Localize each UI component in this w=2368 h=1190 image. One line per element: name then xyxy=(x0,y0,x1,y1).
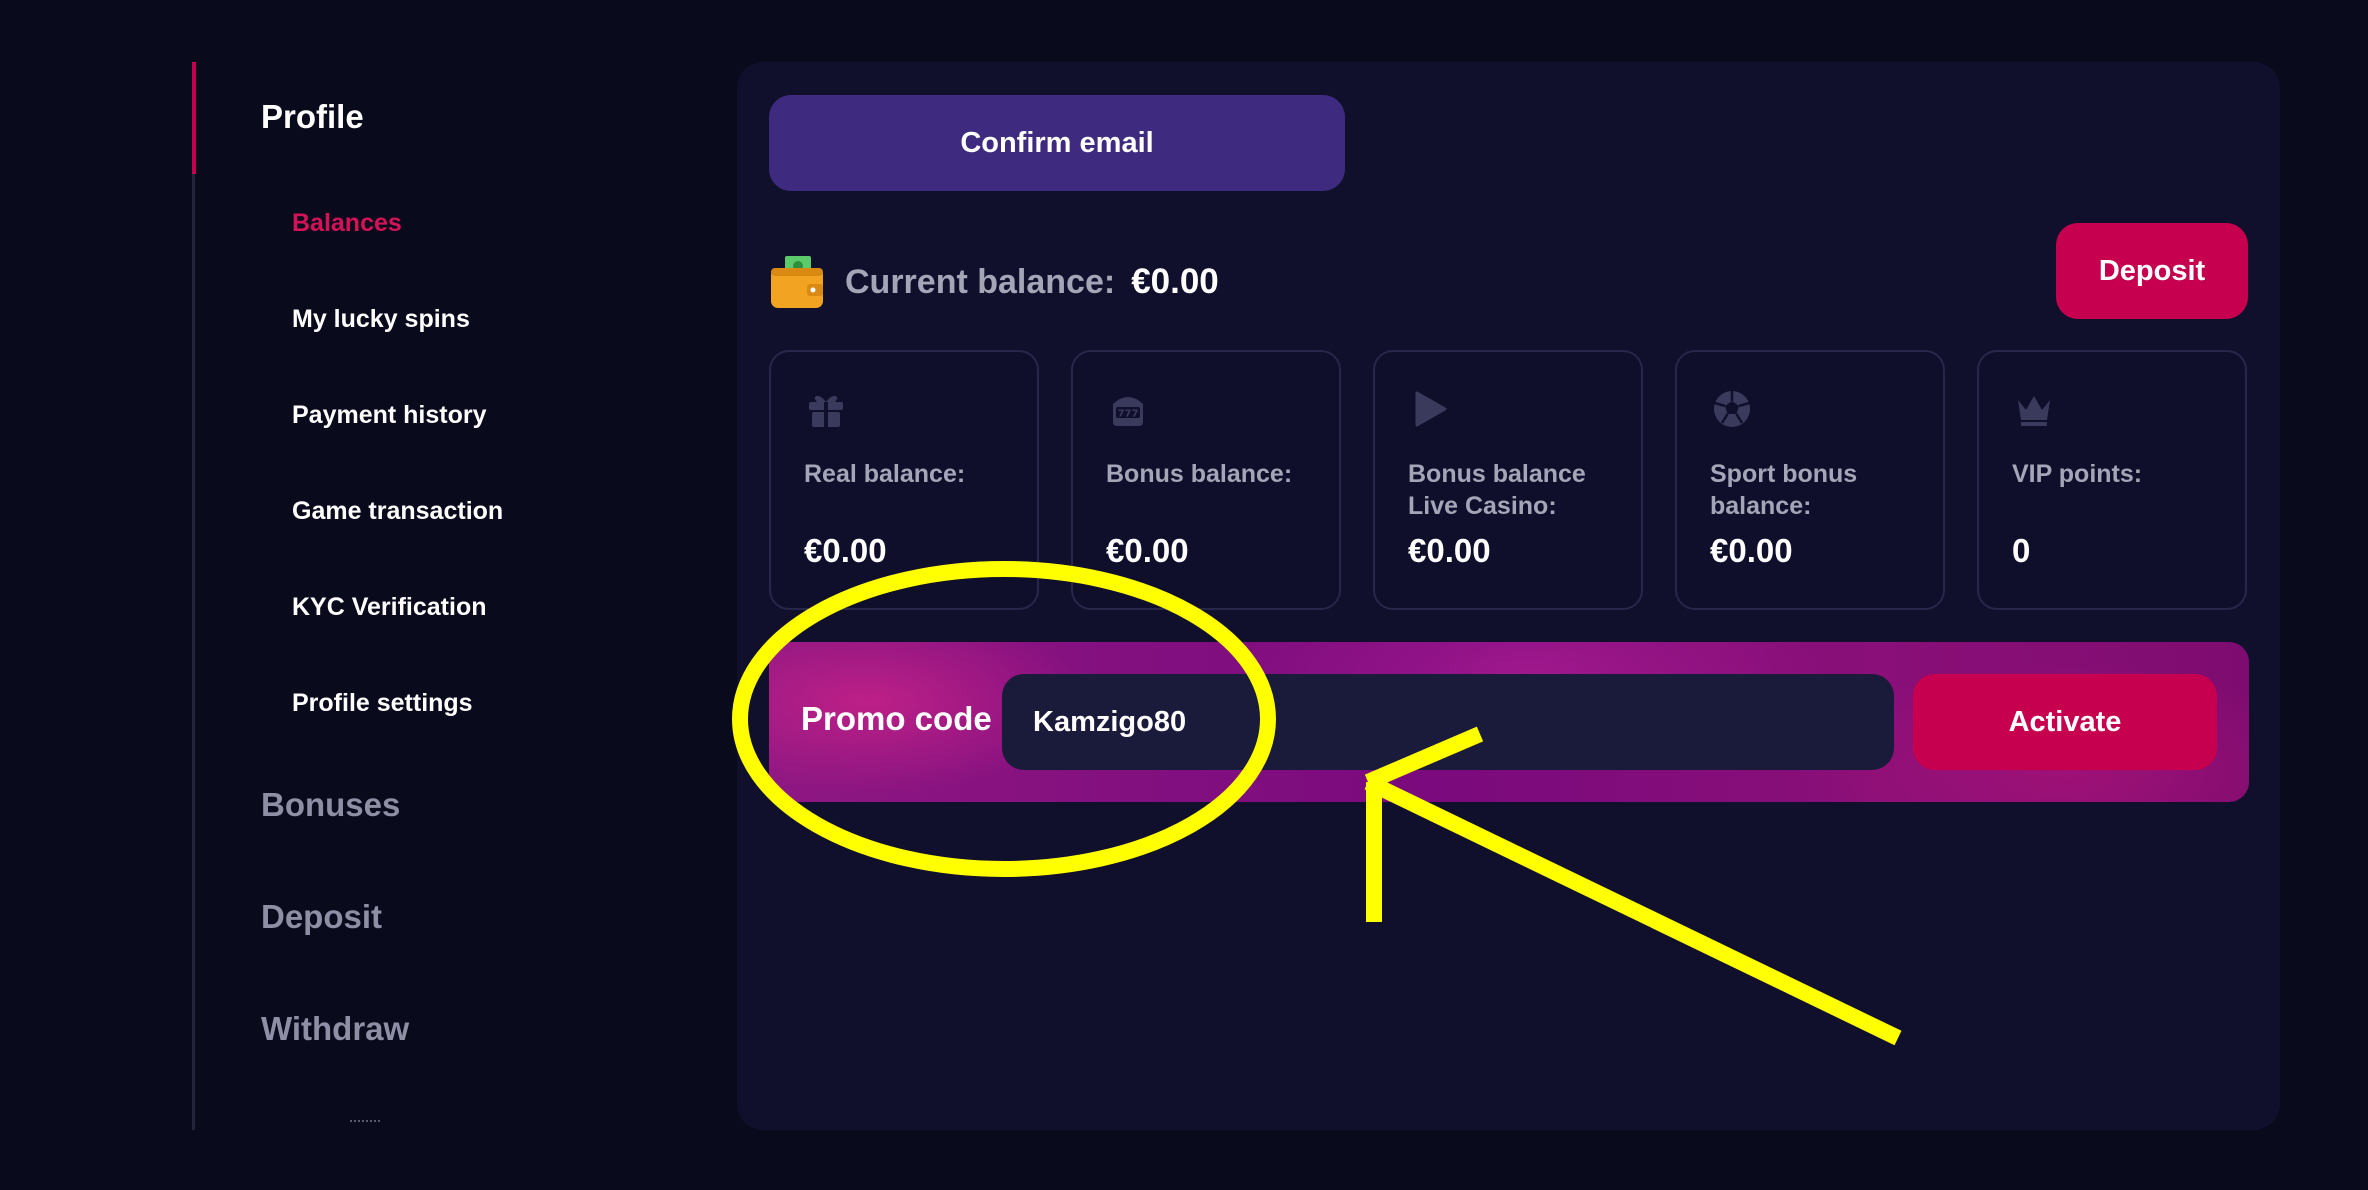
card-value: €0.00 xyxy=(1106,532,1189,569)
card-label: Real balance: xyxy=(804,460,966,488)
sidebar-item-game-transaction[interactable]: Game transaction xyxy=(292,497,503,526)
soccer-ball-icon xyxy=(1711,388,1753,430)
balances-panel: Confirm email Current balance: €0.00 Dep… xyxy=(737,62,2280,1130)
activate-button[interactable]: Activate xyxy=(1913,674,2217,770)
card-label: Bonus balance: xyxy=(1106,460,1293,488)
card-value: €0.00 xyxy=(804,532,887,569)
sidebar-item-balances[interactable]: Balances xyxy=(292,209,402,238)
balance-card-vip: VIP points: 0 xyxy=(1977,350,2247,610)
sidebar-item-deposit[interactable]: Deposit xyxy=(261,898,382,936)
sidebar-item-payment-history[interactable]: Payment history xyxy=(292,401,487,430)
svg-text:777: 777 xyxy=(1118,409,1139,420)
deposit-button[interactable]: Deposit xyxy=(2056,223,2248,319)
current-balance-label: Current balance: xyxy=(845,262,1116,301)
card-label: Bonus balance Live Casino: xyxy=(1408,460,1586,520)
sidebar-active-indicator xyxy=(192,62,196,174)
card-label: VIP points: xyxy=(2012,460,2143,488)
balance-card-real: Real balance: €0.00 xyxy=(769,350,1039,610)
sidebar-item-kyc-verification[interactable]: KYC Verification xyxy=(292,593,487,622)
wallet-icon xyxy=(769,254,825,310)
current-balance-row: Current balance: €0.00 xyxy=(769,242,1219,322)
card-value: €0.00 xyxy=(1710,532,1793,569)
current-balance-value: €0.00 xyxy=(1131,262,1219,301)
crown-icon xyxy=(2013,388,2055,430)
slot-machine-icon: 777 xyxy=(1107,388,1149,430)
sidebar-item-my-lucky-spins[interactable]: My lucky spins xyxy=(292,305,470,334)
sidebar-item-withdraw[interactable]: Withdraw xyxy=(261,1010,409,1048)
balance-card-sport: Sport bonus balance: €0.00 xyxy=(1675,350,1945,610)
sidebar: Profile Balances My lucky spins Payment … xyxy=(192,62,672,1130)
sidebar-item-profile[interactable]: Profile xyxy=(261,98,364,136)
sidebar-item-profile-settings[interactable]: Profile settings xyxy=(292,689,473,718)
sidebar-cutoff-item xyxy=(350,1120,380,1126)
balance-card-live-casino: Bonus balance Live Casino: €0.00 xyxy=(1373,350,1643,610)
confirm-email-button[interactable]: Confirm email xyxy=(769,95,1345,191)
balance-card-bonus: 777 Bonus balance: €0.00 xyxy=(1071,350,1341,610)
promo-code-label: Promo code xyxy=(801,700,992,737)
card-value: 0 xyxy=(2012,532,2031,569)
sidebar-item-bonuses[interactable]: Bonuses xyxy=(261,786,400,824)
gift-icon xyxy=(805,388,847,430)
card-value: €0.00 xyxy=(1408,532,1491,569)
promo-code-input[interactable] xyxy=(1002,674,1894,770)
promo-code-banner: Promo code Activate xyxy=(769,642,2249,802)
balance-cards: Real balance: €0.00 777 Bonus balance: €… xyxy=(769,350,2249,610)
play-icon xyxy=(1409,388,1451,430)
card-label: Sport bonus balance: xyxy=(1710,460,1858,520)
